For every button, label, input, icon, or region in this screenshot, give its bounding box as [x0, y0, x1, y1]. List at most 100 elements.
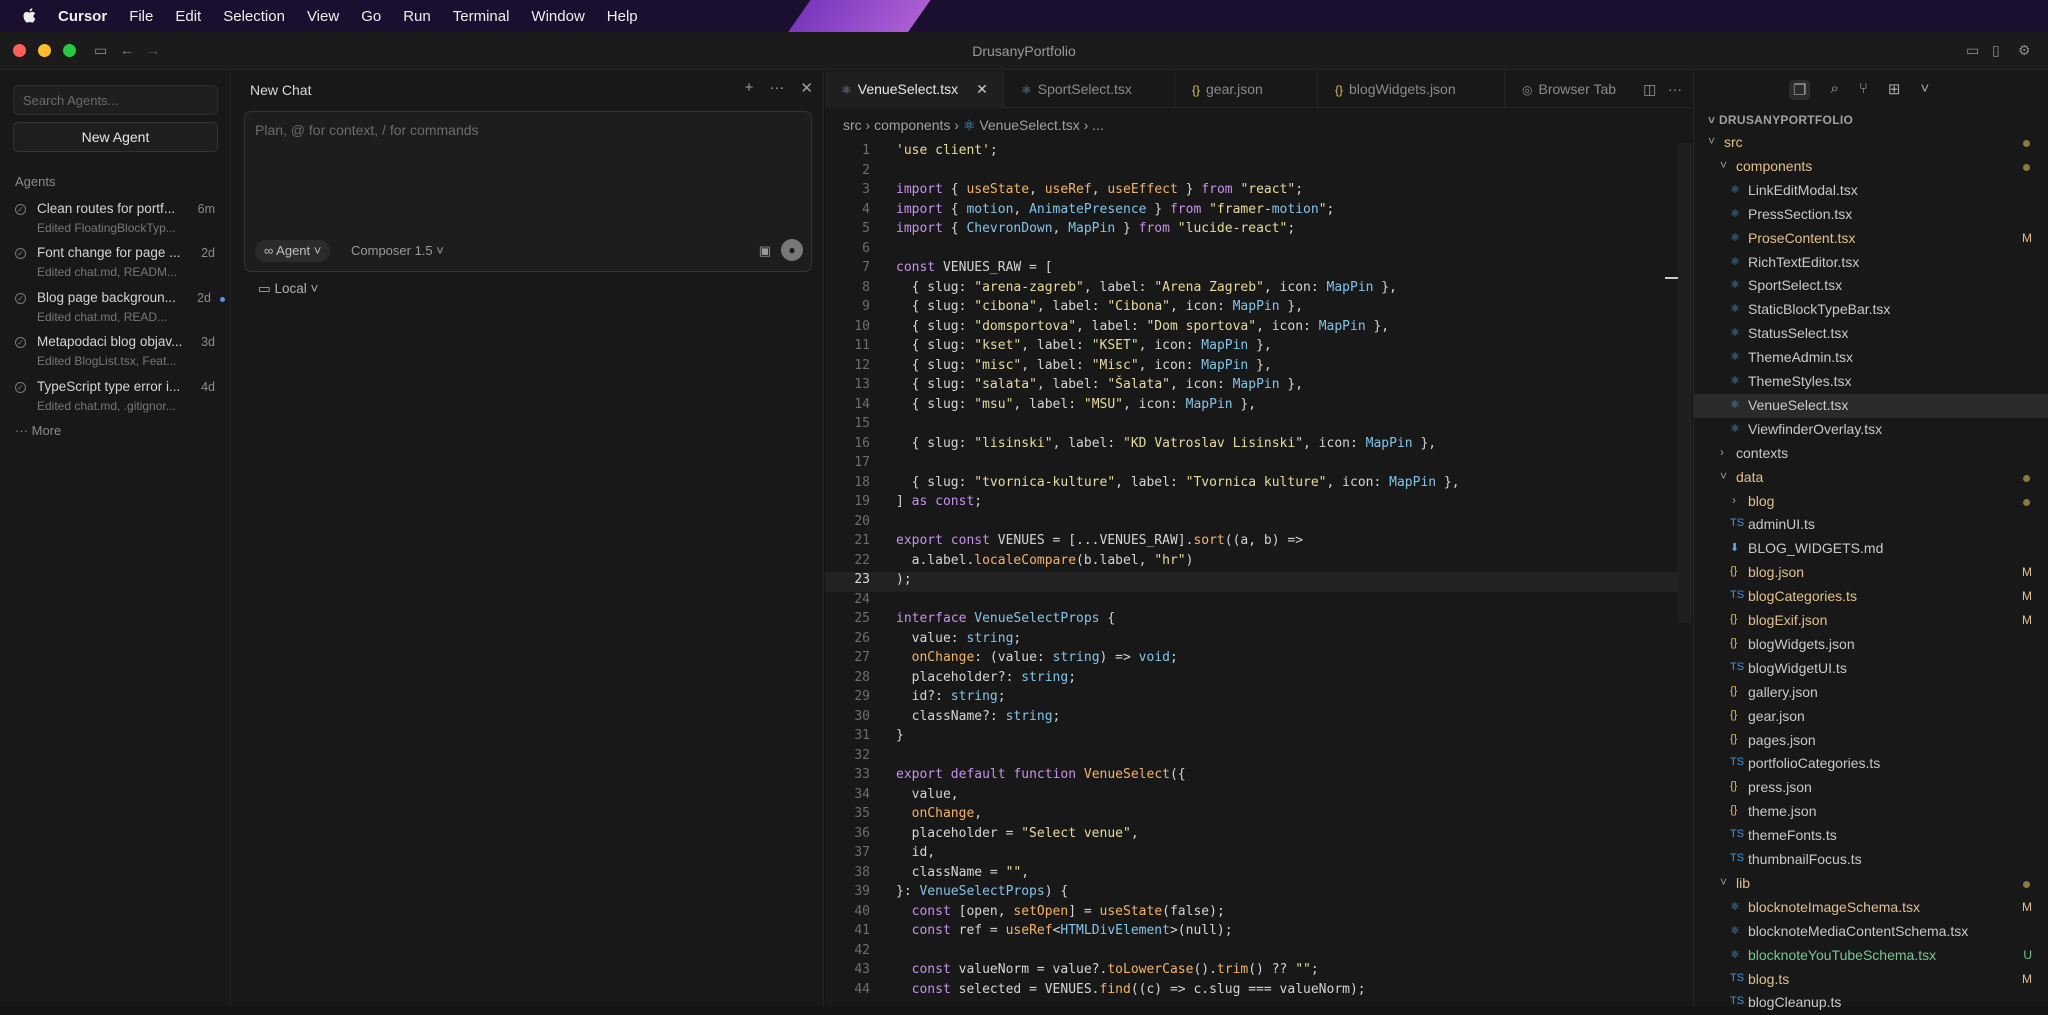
tree-file[interactable]: ⚛ ProseContent.tsx M	[1694, 227, 2048, 251]
tree-folder[interactable]: › contexts	[1694, 442, 2048, 466]
code-line[interactable]: 33 export default function VenueSelect({	[825, 767, 1692, 787]
menu-app-name[interactable]: Cursor	[58, 8, 107, 25]
new-agent-button[interactable]: New Agent	[13, 122, 218, 152]
code-line[interactable]: 21 export const VENUES = [...VENUES_RAW].…	[825, 533, 1692, 553]
search-icon[interactable]: ⌕	[1830, 80, 1838, 100]
tab-browser[interactable]: ◎ Browser Tab	[1506, 71, 1636, 108]
tree-file[interactable]: {} blog.json M	[1694, 561, 2048, 585]
split-editor-icon[interactable]: ◫	[1643, 81, 1656, 97]
tree-file[interactable]: {} pages.json	[1694, 729, 2048, 753]
code-line[interactable]: 34 value,	[825, 787, 1692, 807]
tree-file[interactable]: TS themeFonts.ts	[1694, 824, 2048, 848]
code-line[interactable]: 11 { slug: "kset", label: "KSET", icon: …	[825, 338, 1692, 358]
breadcrumb-item[interactable]: ...	[1092, 117, 1104, 133]
model-dropdown[interactable]: Composer 1.5 ˅	[351, 243, 444, 258]
code-line[interactable]: 16 { slug: "lisinski", label: "KD Vatros…	[825, 436, 1692, 456]
code-line[interactable]: 5 import { ChevronDown, MapPin } from "lu…	[825, 221, 1692, 241]
tree-file[interactable]: {} press.json	[1694, 776, 2048, 800]
files-icon[interactable]: ❐	[1789, 80, 1811, 100]
apple-icon[interactable]	[22, 8, 36, 24]
code-line[interactable]: 41 const ref = useRef<HTMLDivElement>(nu…	[825, 923, 1692, 943]
agent-list-item[interactable]: ✓ Blog page backgroun... 2d Edited chat.…	[15, 290, 225, 332]
tree-folder[interactable]: ˅ src	[1694, 131, 2048, 155]
tab-venueselect[interactable]: ⚛ VenueSelect.tsx ✕	[825, 71, 1004, 108]
code-line[interactable]: 4 import { motion, AnimatePresence } from…	[825, 202, 1692, 222]
code-line[interactable]: 26 value: string;	[825, 631, 1692, 651]
menu-go[interactable]: Go	[361, 8, 381, 25]
code-line[interactable]: 9 { slug: "cibona", label: "Cibona", ico…	[825, 299, 1692, 319]
tree-file[interactable]: ⚛ LinkEditModal.tsx	[1694, 179, 2048, 203]
toggle-sidebar-right-icon[interactable]: ▯	[1992, 42, 2000, 59]
tab-sportselect[interactable]: ⚛ SportSelect.tsx	[1005, 71, 1175, 108]
code-line[interactable]: 6	[825, 241, 1692, 261]
code-line[interactable]: 32	[825, 748, 1692, 768]
code-line[interactable]: 10 { slug: "domsportova", label: "Dom sp…	[825, 319, 1692, 339]
code-line[interactable]: 36 placeholder = "Select venue",	[825, 826, 1692, 846]
code-line[interactable]: 29 id?: string;	[825, 689, 1692, 709]
editor-scrollbar[interactable]	[1678, 143, 1692, 623]
code-line[interactable]: 8 { slug: "arena-zagreb", label: "Arena …	[825, 280, 1692, 300]
code-line[interactable]: 12 { slug: "misc", label: "Misc", icon: …	[825, 358, 1692, 378]
tree-file[interactable]: TS thumbnailFocus.ts	[1694, 848, 2048, 872]
tree-file[interactable]: TS blogCategories.ts M	[1694, 585, 2048, 609]
breadcrumb-item[interactable]: components	[874, 117, 950, 133]
tree-folder[interactable]: ˅ data	[1694, 466, 2048, 490]
tree-folder[interactable]: ˅ components	[1694, 155, 2048, 179]
tab-blogwidgets-json[interactable]: {} blogWidgets.json	[1319, 71, 1505, 108]
code-line[interactable]: 42	[825, 943, 1692, 963]
code-line[interactable]: 18 { slug: "tvornica-kulture", label: "T…	[825, 475, 1692, 495]
plus-icon[interactable]: +	[745, 79, 754, 97]
code-line[interactable]: 13 { slug: "salata", label: "Šalata", ic…	[825, 377, 1692, 397]
close-icon[interactable]: ✕	[800, 79, 813, 97]
explorer-root-folder[interactable]: ˅ DRUSANYPORTFOLIO	[1708, 113, 1853, 127]
code-line[interactable]: 17	[825, 455, 1692, 475]
tree-file[interactable]: {} blogWidgets.json	[1694, 633, 2048, 657]
breadcrumb-item[interactable]: VenueSelect.tsx	[979, 117, 1079, 133]
extensions-icon[interactable]: ⊞	[1888, 80, 1901, 100]
tree-file[interactable]: ⚛ StaticBlockTypeBar.tsx	[1694, 298, 2048, 322]
code-line[interactable]: 19] as const;	[825, 494, 1692, 514]
tree-file[interactable]: ⚛ ViewfinderOverlay.tsx	[1694, 418, 2048, 442]
tree-file[interactable]: ⚛ VenueSelect.tsx	[1694, 393, 2048, 418]
code-line[interactable]: 38 className = "",	[825, 865, 1692, 885]
tree-file[interactable]: TS portfolioCategories.ts	[1694, 752, 2048, 776]
code-line[interactable]: 15	[825, 416, 1692, 436]
more-agents-link[interactable]: ··· More	[15, 423, 61, 438]
chat-composer[interactable]: Plan, @ for context, / for commands ∞ Ag…	[244, 111, 812, 272]
menu-run[interactable]: Run	[403, 8, 431, 25]
more-actions-icon[interactable]: ···	[1668, 81, 1682, 97]
agent-mode-dropdown[interactable]: ∞ Agent ˅	[255, 240, 331, 262]
tree-file[interactable]: ⚛ SportSelect.tsx	[1694, 274, 2048, 298]
tree-file[interactable]: ⚛ blocknoteImageSchema.tsx M	[1694, 896, 2048, 920]
more-horizontal-icon[interactable]: ···	[769, 79, 784, 97]
tree-file[interactable]: {} blogExif.json M	[1694, 609, 2048, 633]
code-line[interactable]: 2	[825, 163, 1692, 183]
code-line[interactable]: 3 import { useState, useRef, useEffect } …	[825, 182, 1692, 202]
code-line[interactable]: 20	[825, 514, 1692, 534]
code-line[interactable]: 28 placeholder?: string;	[825, 670, 1692, 690]
tree-file[interactable]: ⬇ BLOG_WIDGETS.md	[1694, 537, 2048, 561]
toggle-panel-icon[interactable]: ▭	[1966, 42, 1979, 59]
code-line[interactable]: 37 id,	[825, 845, 1692, 865]
code-line[interactable]: 7 const VENUES_RAW = [	[825, 260, 1692, 280]
settings-gear-icon[interactable]: ⚙	[2018, 42, 2031, 59]
code-line[interactable]: 25 interface VenueSelectProps {	[825, 611, 1692, 631]
code-line[interactable]: 43 const valueNorm = value?.toLowerCase(…	[825, 962, 1692, 982]
chat-input[interactable]: Plan, @ for context, / for commands	[255, 122, 479, 138]
agent-list-item[interactable]: ✓ Font change for page ... 2d Edited cha…	[15, 245, 225, 287]
tree-file[interactable]: ⚛ ThemeStyles.tsx	[1694, 370, 2048, 394]
tree-file[interactable]: TS blogWidgetUI.ts	[1694, 657, 2048, 681]
code-line[interactable]: 22 a.label.localeCompare(b.label, "hr")	[825, 553, 1692, 573]
search-agents-input[interactable]: Search Agents...	[13, 85, 218, 115]
tree-file[interactable]: {} gallery.json	[1694, 681, 2048, 705]
menu-window[interactable]: Window	[531, 8, 584, 25]
menu-help[interactable]: Help	[607, 8, 638, 25]
code-line[interactable]: 27 onChange: (value: string) => void;	[825, 650, 1692, 670]
tree-file[interactable]: TS blogCleanup.ts	[1694, 991, 2048, 1015]
tree-file[interactable]: ⚛ RichTextEditor.tsx	[1694, 251, 2048, 275]
tree-file[interactable]: {} theme.json	[1694, 800, 2048, 824]
code-line[interactable]: 31}	[825, 728, 1692, 748]
agent-list-item[interactable]: ✓ Metapodaci blog objav... 3d Edited Blo…	[15, 334, 225, 376]
menu-file[interactable]: File	[129, 8, 153, 25]
menu-view[interactable]: View	[307, 8, 339, 25]
